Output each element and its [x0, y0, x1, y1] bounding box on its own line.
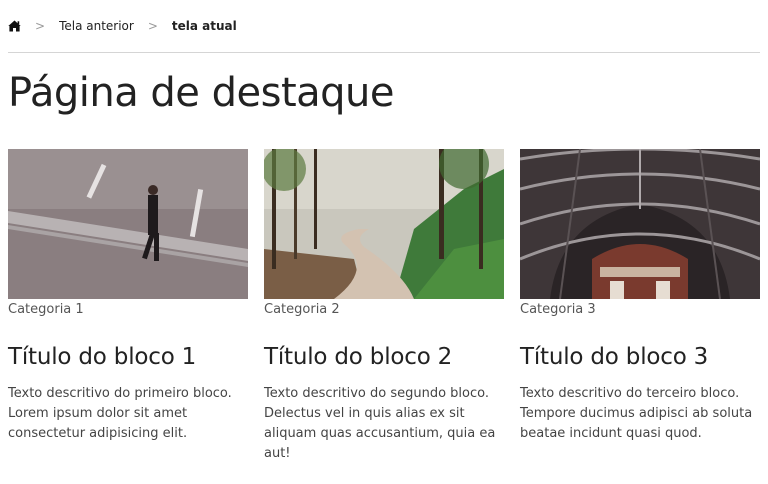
breadcrumb: > Tela anterior > tela atual [8, 0, 760, 53]
card-description: Texto descritivo do primeiro bloco. Lore… [8, 386, 232, 441]
card-category: Categoria 2 [264, 302, 340, 317]
home-icon[interactable] [8, 20, 35, 32]
breadcrumb-separator: > [35, 19, 46, 33]
card-description: Texto descritivo do terceiro bloco. Temp… [520, 386, 753, 441]
forest-path-photo [264, 149, 504, 299]
card-title: Título do bloco 1 [8, 344, 197, 370]
card-3: Categoria 3 Título do bloco 3 Texto desc… [520, 149, 760, 444]
station-roof-photo [520, 149, 760, 299]
man-walking-street-photo [8, 149, 248, 299]
card-category: Categoria 1 [8, 302, 84, 317]
card-description: Texto descritivo do segundo bloco. Delec… [264, 386, 496, 461]
card-2: Categoria 2 Título do bloco 2 Texto desc… [264, 149, 504, 464]
breadcrumb-previous-link[interactable]: Tela anterior [59, 19, 134, 33]
card-category: Categoria 3 [520, 302, 596, 317]
page-title: Página de destaque [8, 70, 395, 116]
card-1: Categoria 1 Título do bloco 1 Texto desc… [8, 149, 248, 444]
breadcrumb-separator: > [147, 19, 158, 33]
breadcrumb-current: tela atual [171, 19, 237, 33]
card-title: Título do bloco 3 [520, 344, 709, 370]
card-title: Título do bloco 2 [264, 344, 453, 370]
